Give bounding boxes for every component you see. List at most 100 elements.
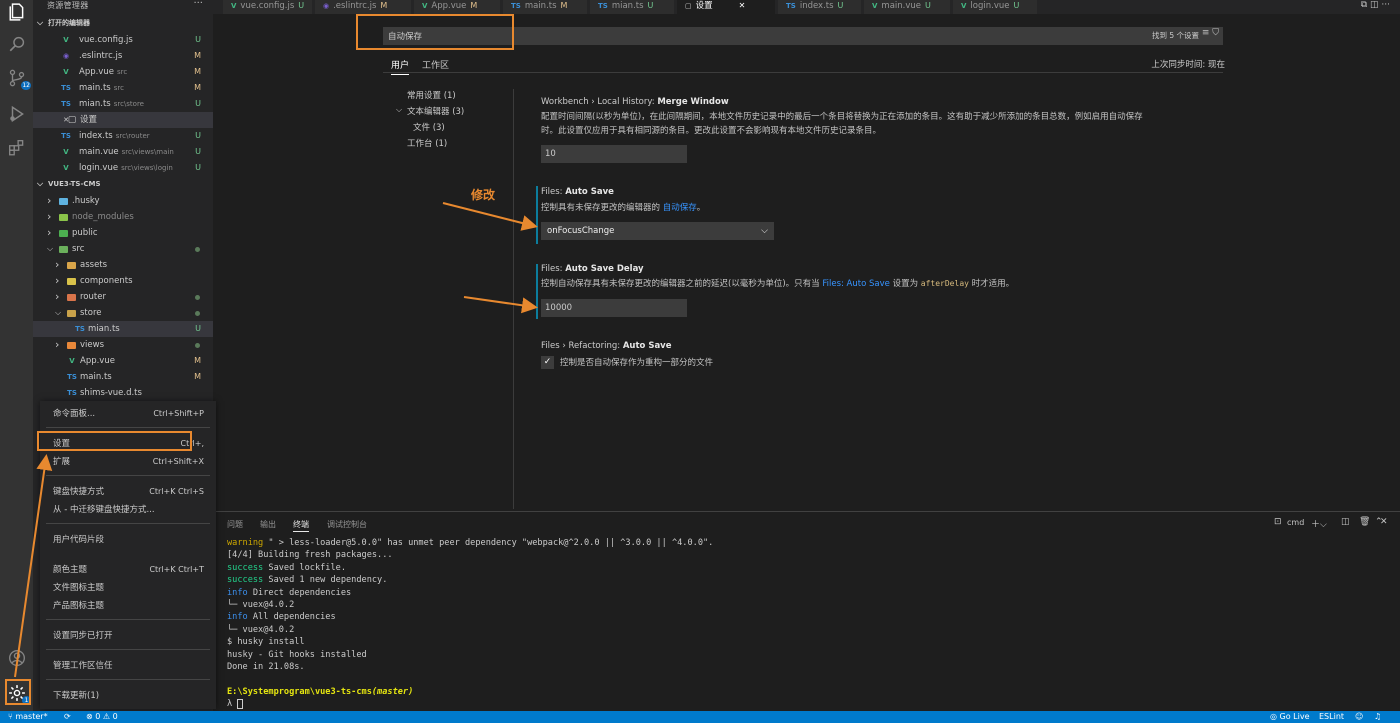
feedback-icon[interactable]: ☺ [1355,711,1363,723]
auto-save-select[interactable]: onFocusChange ⌵ [541,222,774,240]
auto-save-delay-input[interactable]: 10000 [541,299,687,317]
terminal-output[interactable]: warning " > less-loader@5.0.0" has unmet… [227,537,713,711]
git-status: M [194,356,201,365]
new-terminal-icon[interactable]: ＋⌵ [1311,517,1327,530]
chevron-right-icon: › [55,290,60,303]
tree-folder[interactable]: › public [33,225,213,241]
menu-label: 用户代码片段 [53,535,105,545]
close-icon[interactable]: ✕ [739,1,746,10]
product-icon-theme-item[interactable]: 产品图标主题 [40,597,216,615]
merge-window-input[interactable]: 10 [541,145,687,163]
open-editors-header[interactable]: ⌵ 打开的编辑器 [33,16,213,30]
file-name: main.ts src [79,80,124,96]
command-palette-item[interactable]: 命令面板... Ctrl+Shift+P [40,405,216,423]
toc-workbench[interactable]: 工作台 (1) [407,137,447,149]
settings-sync-item[interactable]: 设置同步已打开 [40,627,216,645]
vue-icon: V [231,2,237,10]
editor-tab[interactable]: ▢ 设置 ✕ [677,0,776,14]
trash-icon[interactable]: 🗑 [1359,517,1370,527]
tab-problems[interactable]: 问题 [227,519,243,530]
editor-tab[interactable]: TS mian.ts U [590,0,675,14]
problems-indicator[interactable]: ⊗ 0 ⚠ 0 [86,711,118,723]
migrate-shortcuts-item[interactable]: 从 - 中迁移键盘快捷方式... [40,501,216,519]
refactoring-auto-save-checkbox[interactable]: ✓ [541,356,554,369]
open-editor-item[interactable]: Vmain.vue src\views\main U [33,144,213,160]
more-actions-icon[interactable]: ··· [193,0,203,9]
project-header[interactable]: ⌵ VUE3-TS-CMS [33,177,213,191]
tree-file[interactable]: TS main.ts M [33,369,213,385]
editor-tab[interactable]: TS index.ts U [778,0,862,14]
editor-tab[interactable]: ◉ .eslintrc.js M [315,0,412,14]
open-editor-item[interactable]: TS index.ts src\router U [33,128,213,144]
filter-icon[interactable]: ≡ ⛉ [1202,28,1219,38]
download-update-item[interactable]: 下载更新(1) [40,687,216,705]
open-editor-item[interactable]: TS main.ts src M [33,80,213,96]
open-editor-item[interactable]: Vlogin.vue src\views\login U [33,160,213,176]
tree-folder[interactable]: › .husky [33,193,213,209]
color-theme-item[interactable]: 颜色主题 Ctrl+K Ctrl+T [40,561,216,579]
tree-folder[interactable]: ⌵ store [33,305,213,321]
terminal-line: warning " > less-loader@5.0.0" has unmet… [227,537,713,549]
tree-folder[interactable]: › assets [33,257,213,273]
source-control-icon[interactable]: 12 [5,66,31,90]
toc-files[interactable]: 文件 (3) [413,121,445,133]
open-editor-item[interactable]: ◉ .eslintrc.js M [33,48,213,64]
branch-indicator[interactable]: ⑂ master* [8,711,48,723]
tree-folder[interactable]: › node_modules [33,209,213,225]
editor-tab[interactable]: V App.vue M [414,0,501,14]
tree-file[interactable]: TS shims-vue.d.ts [33,385,213,401]
tree-item-label: router [80,292,106,302]
tab-terminal[interactable]: 终端 [293,519,309,532]
open-editor-item[interactable]: V App.vue src M [33,64,213,80]
terminal-cursor [237,698,244,709]
split-editor-icon[interactable]: ⧉ ◫ ··· [1361,0,1390,10]
go-live-button[interactable]: ◎ Go Live [1270,711,1310,723]
toc-common[interactable]: 常用设置 (1) [407,89,456,101]
user-snippets-item[interactable]: 用户代码片段 [40,531,216,549]
sync-icon[interactable]: ⟳ [64,711,71,723]
open-editor-item[interactable]: ✕ ▢ 设置 [33,112,213,128]
shell-name[interactable]: cmd [1287,518,1304,527]
tree-folder[interactable]: ⌵ src [33,241,213,257]
tree-file[interactable]: V App.vue M [33,353,213,369]
tree-folder[interactable]: › router [33,289,213,305]
prompt-branch: (master) [371,686,414,697]
tree-file[interactable]: TS mian.ts U [33,321,213,337]
files-auto-save-link[interactable]: Files: Auto Save [822,279,890,289]
workspace-trust-item[interactable]: 管理工作区信任 [40,657,216,675]
notifications-icon[interactable]: ♫ [1374,711,1381,723]
extensions-icon[interactable] [5,136,28,159]
tab-workspace-settings[interactable]: 工作区 [422,58,449,71]
auto-save-link[interactable]: 自动保存 [663,203,697,213]
editor-tab[interactable]: Vmain.vue U [864,0,951,14]
setting-desc-line: 时。此设置仅应用于具有相同源的条目。更改此设置不会影响现有本地文件历史记录条目。 [541,126,882,136]
settings-file-icon: ▢ [685,2,692,10]
editor-tab[interactable]: TS main.ts M [503,0,588,14]
split-terminal-icon[interactable]: ◫ [1341,517,1350,527]
accounts-icon[interactable] [5,646,28,669]
tab-output[interactable]: 输出 [260,519,276,530]
open-editor-item[interactable]: Vvue.config.js U [33,32,213,48]
desc-text: 。 [696,203,706,213]
run-debug-icon[interactable] [5,102,28,125]
sync-status: 上次同步时间: 现在 [1151,60,1225,70]
toc-divider [513,89,514,509]
menu-shortcut: Ctrl+Shift+X [152,457,204,466]
editor-tab[interactable]: Vvue.config.js U [223,0,313,14]
search-icon[interactable] [5,32,28,55]
explorer-icon[interactable] [5,0,28,23]
auto-save-value: onFocusChange [547,226,615,236]
toc-text-editor[interactable]: 文本编辑器 (3) [407,105,464,117]
terminal-input-line[interactable]: λ [227,698,713,710]
file-icon-theme-item[interactable]: 文件图标主题 [40,579,216,597]
close-panel-icon[interactable]: ✕ [1380,517,1388,527]
tree-folder[interactable]: › views [33,337,213,353]
eslint-status[interactable]: ESLint [1319,711,1344,723]
extensions-item[interactable]: 扩展 Ctrl+Shift+X [40,453,216,471]
editor-tab[interactable]: Vlogin.vue U [953,0,1038,14]
tree-folder[interactable]: › components [33,273,213,289]
open-editor-item[interactable]: TS mian.ts src\store U [33,96,213,112]
tab-debug-console[interactable]: 调试控制台 [327,519,367,530]
keyboard-shortcuts-item[interactable]: 键盘快捷方式 Ctrl+K Ctrl+S [40,483,216,501]
